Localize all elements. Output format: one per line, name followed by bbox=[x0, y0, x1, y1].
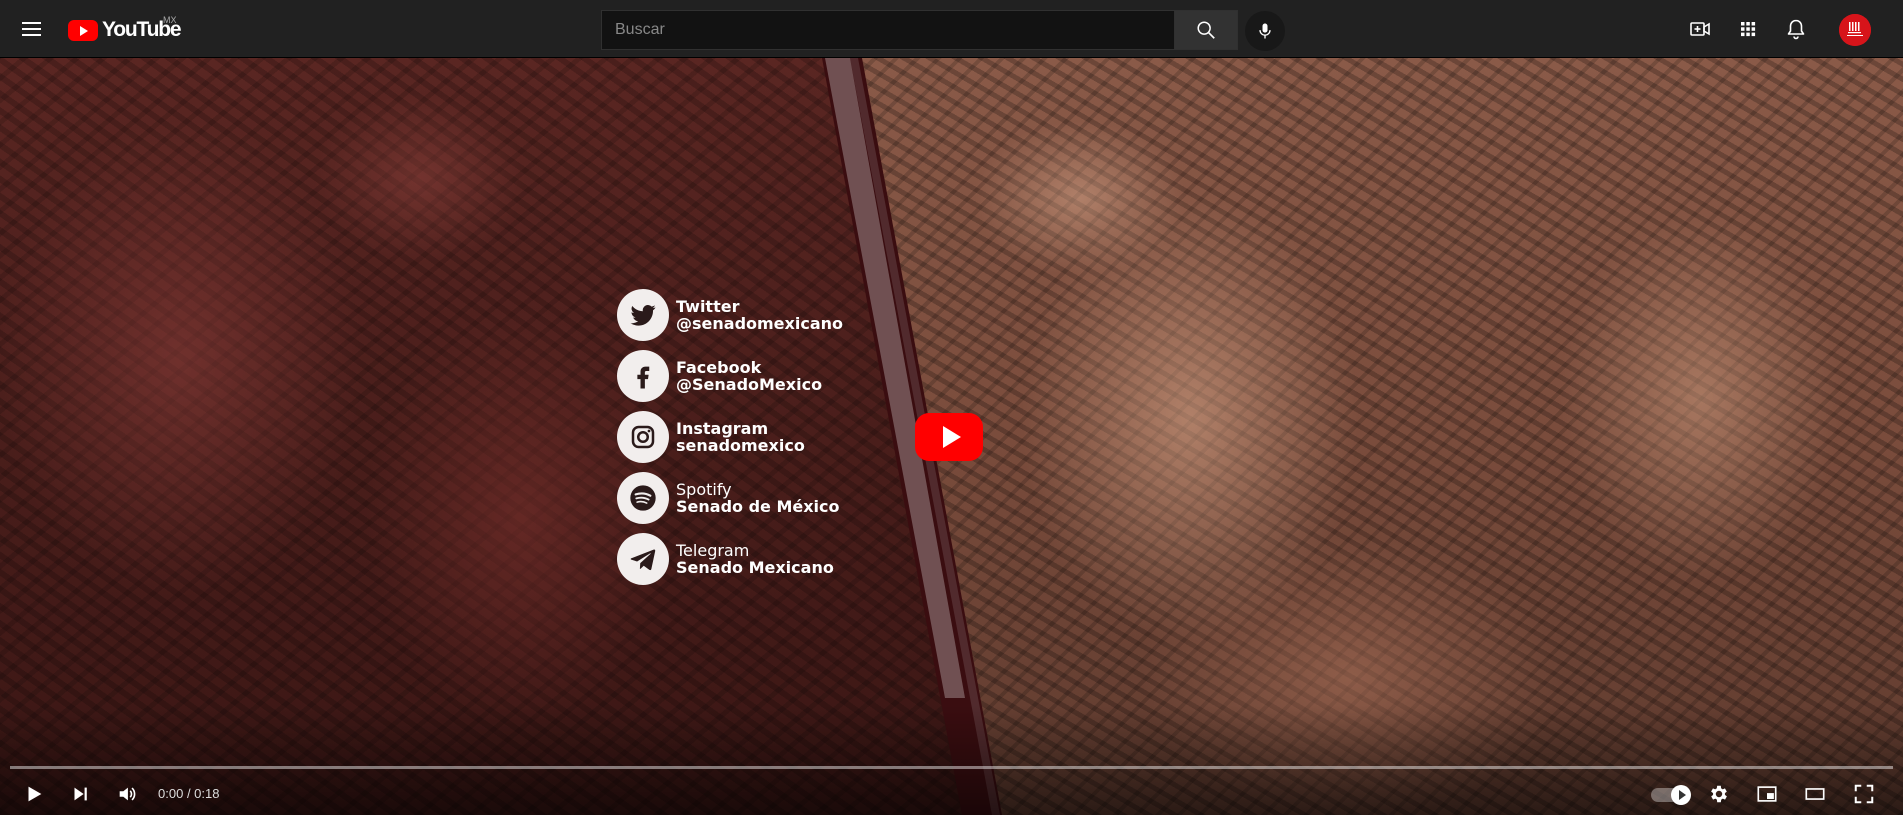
instagram-camera-icon bbox=[617, 411, 669, 463]
large-play-button[interactable] bbox=[915, 413, 983, 461]
fullscreen-button[interactable] bbox=[1844, 776, 1884, 812]
fullscreen-icon bbox=[1854, 784, 1874, 804]
facebook-f-icon bbox=[617, 350, 669, 402]
apps-grid-icon[interactable] bbox=[1736, 17, 1760, 41]
youtube-play-logo-icon bbox=[68, 19, 98, 41]
social-network-name: Twitter bbox=[676, 297, 740, 316]
volume-button[interactable] bbox=[107, 776, 147, 812]
duration: 0:18 bbox=[194, 786, 220, 801]
theater-mode-icon bbox=[1805, 788, 1825, 800]
social-network-name: Facebook bbox=[676, 358, 762, 377]
social-item-twitter: Twitter @senadomexicano bbox=[617, 289, 847, 341]
social-item-spotify: Spotify Senado de México bbox=[617, 472, 847, 524]
play-icon bbox=[28, 786, 42, 802]
search-input[interactable] bbox=[601, 10, 1174, 50]
controls-gradient bbox=[0, 705, 1903, 815]
social-network-name: Telegram bbox=[676, 541, 750, 560]
search-box bbox=[601, 10, 1238, 50]
social-item-instagram: Instagram senadomexico bbox=[617, 411, 847, 463]
microphone-icon bbox=[1259, 23, 1271, 39]
search-button[interactable] bbox=[1174, 10, 1238, 50]
account-avatar[interactable] bbox=[1839, 14, 1871, 46]
social-links-overlay: Twitter @senadomexicano Facebook @Senado… bbox=[617, 289, 847, 594]
miniplayer-button[interactable] bbox=[1747, 776, 1787, 812]
social-handle: @SenadoMexico bbox=[676, 375, 823, 394]
social-item-facebook: Facebook @SenadoMexico bbox=[617, 350, 847, 402]
autoplay-play-icon bbox=[1671, 785, 1691, 805]
theater-mode-button[interactable] bbox=[1795, 776, 1835, 812]
spotify-icon bbox=[617, 472, 669, 524]
search-icon bbox=[1197, 21, 1215, 39]
social-handle: senadomexico bbox=[676, 436, 805, 455]
social-handle: @senadomexicano bbox=[676, 314, 843, 333]
next-button[interactable] bbox=[60, 776, 100, 812]
social-network-name: Spotify bbox=[676, 480, 732, 499]
current-time: 0:00 bbox=[158, 786, 184, 801]
progress-bar[interactable] bbox=[10, 766, 1893, 769]
time-display: 0:00 / 0:18 bbox=[158, 786, 219, 801]
notifications-bell-icon[interactable] bbox=[1784, 17, 1808, 41]
gear-icon bbox=[1711, 785, 1727, 803]
video-player[interactable]: Twitter @senadomexicano Facebook @Senado… bbox=[0, 58, 1903, 815]
masthead: YouTube MX bbox=[0, 0, 1903, 58]
social-handle: Senado Mexicano bbox=[676, 558, 834, 577]
settings-button[interactable] bbox=[1699, 776, 1739, 812]
miniplayer-icon bbox=[1757, 786, 1777, 802]
country-code: MX bbox=[163, 15, 177, 25]
autoplay-toggle[interactable] bbox=[1651, 785, 1691, 805]
menu-icon[interactable] bbox=[20, 17, 44, 41]
youtube-logo[interactable]: YouTube MX bbox=[68, 15, 182, 41]
volume-icon bbox=[119, 787, 136, 801]
play-button[interactable] bbox=[14, 776, 54, 812]
voice-search-button[interactable] bbox=[1245, 11, 1285, 51]
social-item-telegram: Telegram Senado Mexicano bbox=[617, 533, 847, 585]
senado-logo-icon bbox=[1839, 14, 1871, 46]
skip-next-icon bbox=[74, 787, 87, 801]
social-handle: Senado de México bbox=[676, 497, 840, 516]
twitter-bird-icon bbox=[617, 289, 669, 341]
telegram-plane-icon bbox=[617, 533, 669, 585]
create-video-icon[interactable] bbox=[1688, 17, 1712, 41]
social-network-name: Instagram bbox=[676, 419, 769, 438]
